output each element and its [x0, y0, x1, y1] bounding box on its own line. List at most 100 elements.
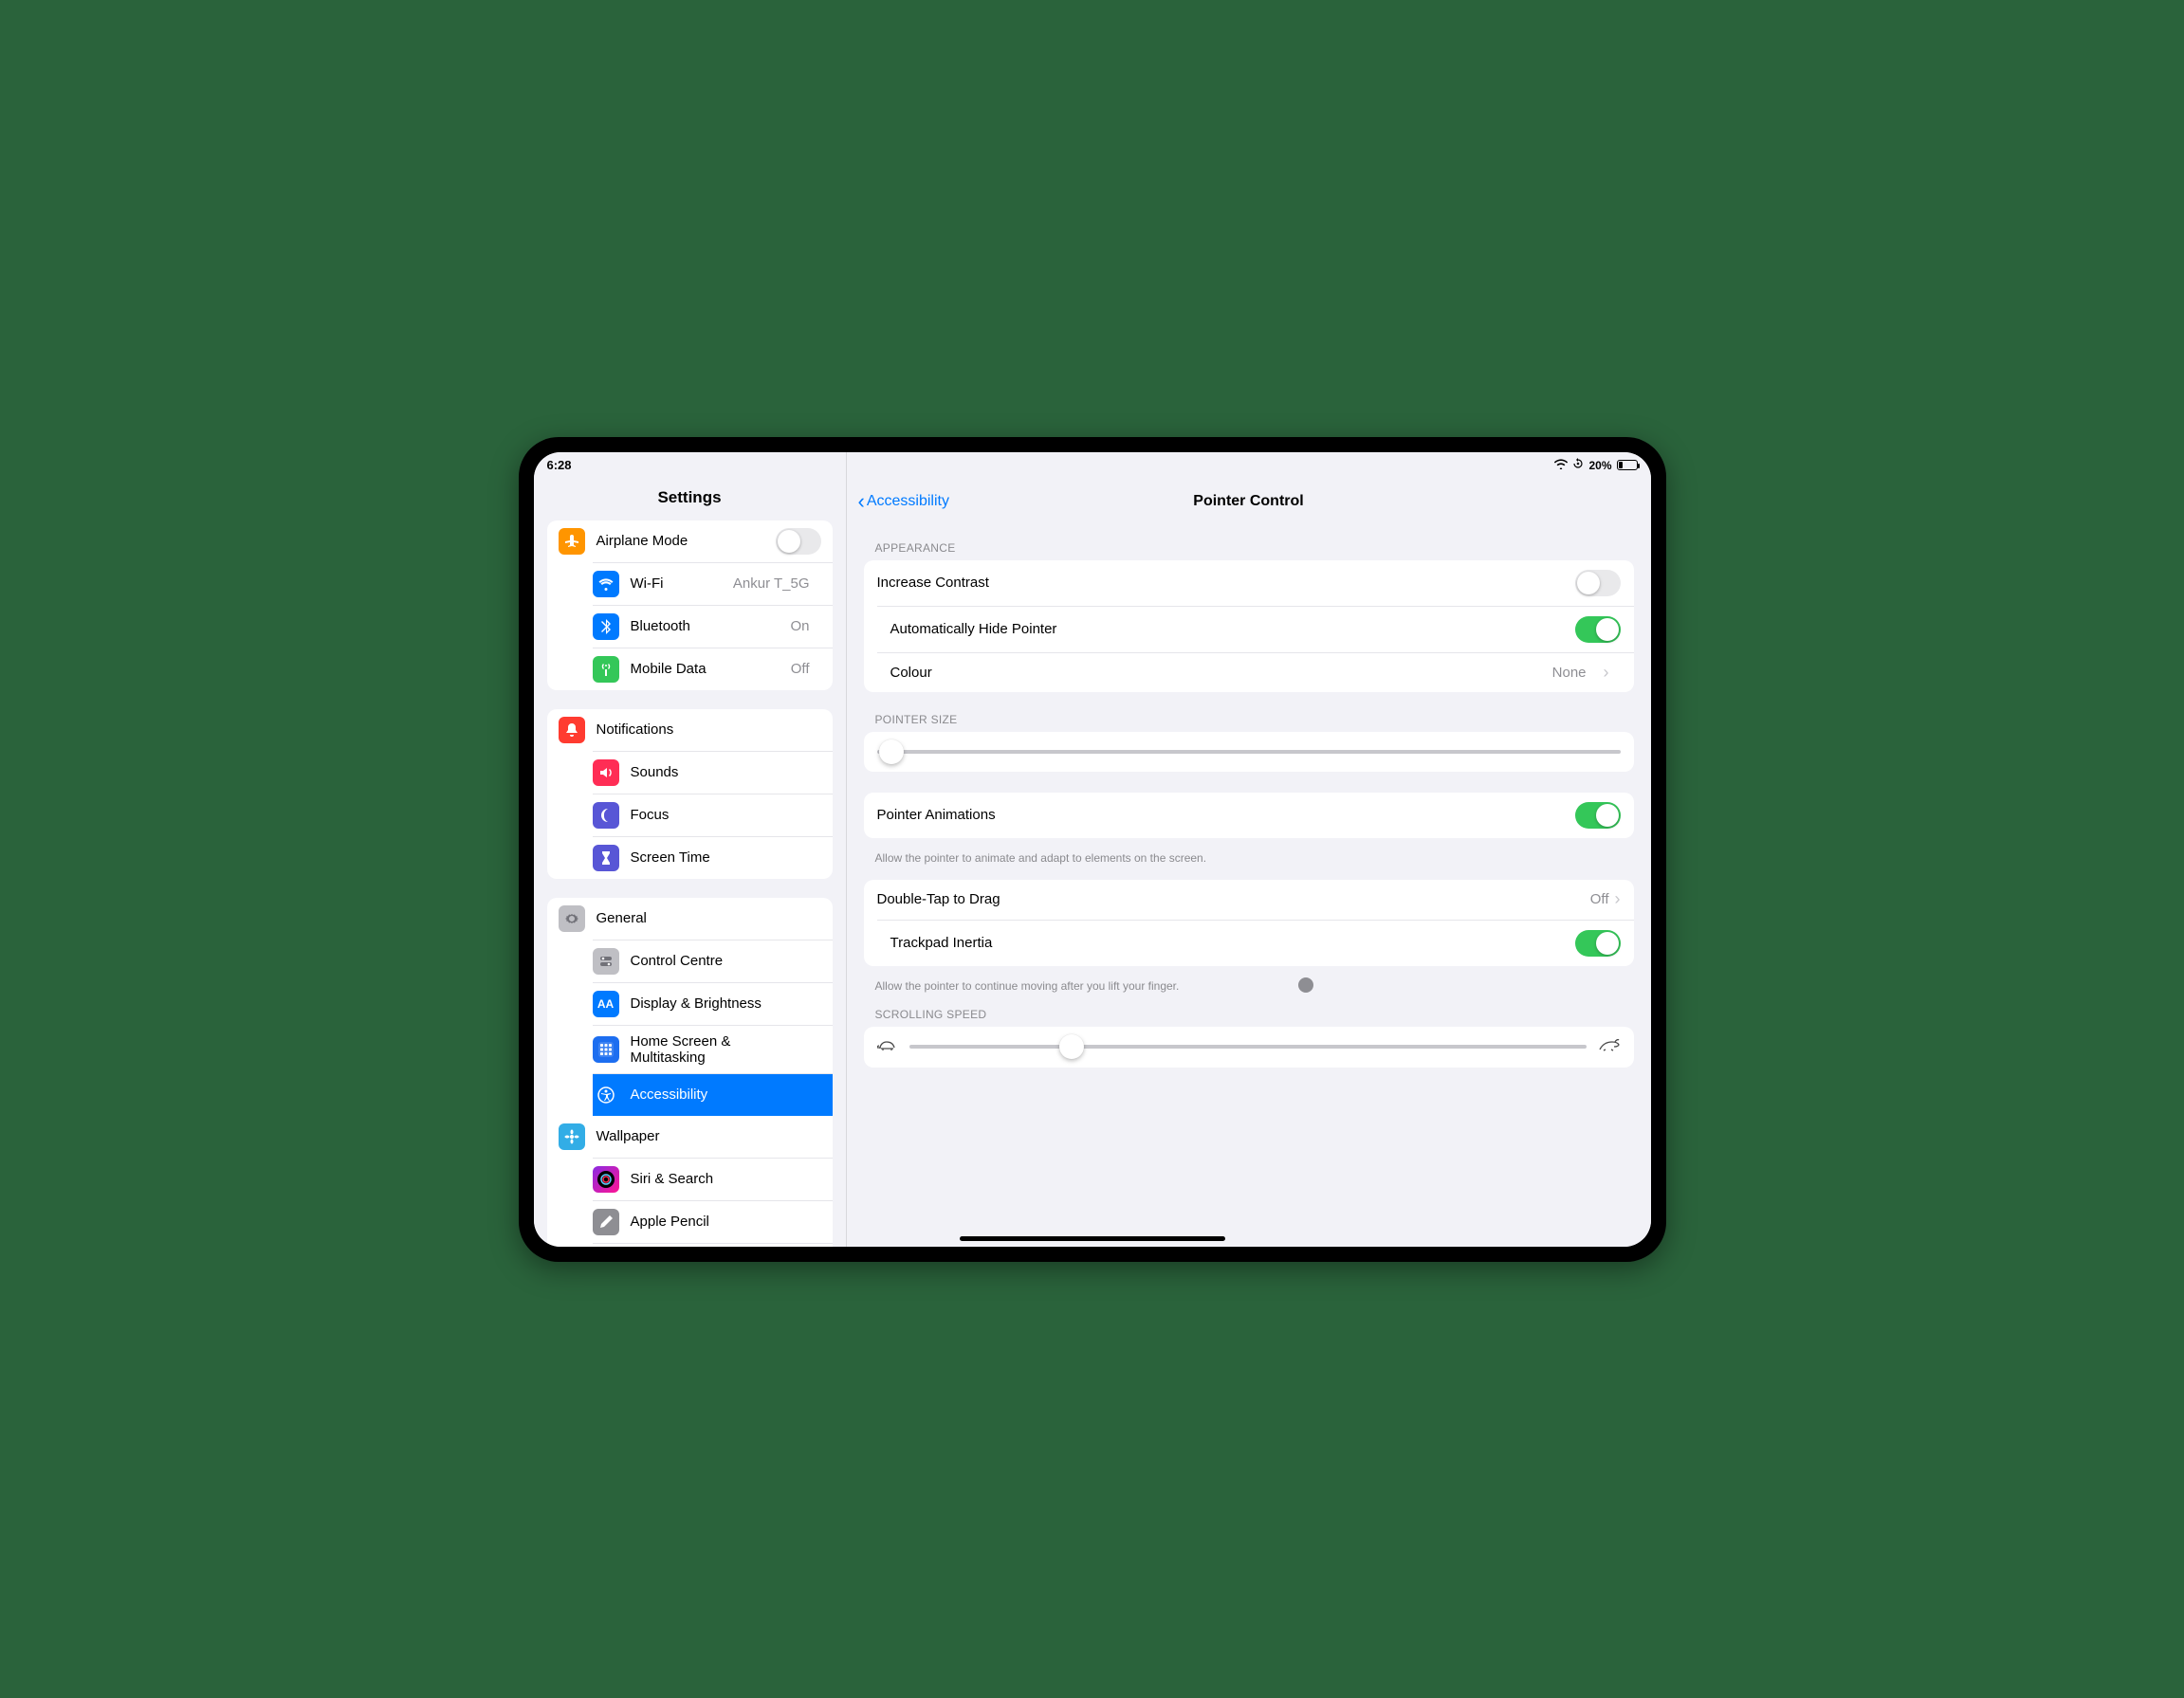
pointer-animations-switch[interactable]: [1575, 802, 1621, 829]
pencil-icon: [593, 1209, 619, 1235]
sidebar-item-label: Airplane Mode: [596, 533, 776, 549]
battery-percent: 20%: [1588, 459, 1611, 472]
double-tap-drag-row[interactable]: Double-Tap to Drag Off ›: [864, 880, 1634, 920]
wifi-icon: [593, 571, 619, 597]
sidebar-item-label: Screen Time: [631, 849, 810, 866]
sidebar-item-display[interactable]: AA Display & Brightness: [593, 982, 833, 1025]
pointer-animations-row[interactable]: Pointer Animations: [864, 793, 1634, 838]
pointer-size-slider[interactable]: [877, 750, 1621, 754]
home-indicator[interactable]: [960, 1236, 1225, 1241]
chevron-left-icon: ‹: [858, 491, 865, 512]
sidebar-group: Notifications Sounds Focus Screen Time: [547, 709, 833, 879]
increase-contrast-label: Increase Contrast: [877, 575, 1575, 591]
back-button[interactable]: ‹ Accessibility: [858, 481, 949, 522]
sidebar-item-label: Accessibility: [631, 1086, 810, 1103]
accessibility-icon: [593, 1082, 619, 1108]
sidebar-item-label: Control Centre: [631, 953, 810, 969]
sidebar-item-general[interactable]: General: [547, 898, 833, 940]
sidebar-item-value: Ankur T_5G: [733, 575, 810, 592]
increase-contrast-row[interactable]: Increase Contrast: [864, 560, 1634, 606]
increase-contrast-switch[interactable]: [1575, 570, 1621, 596]
sidebar-item-label: Wi-Fi: [631, 575, 722, 592]
sidebar-group: Airplane ModeWi-FiAnkur T_5GBluetoothOnM…: [547, 520, 833, 690]
back-label: Accessibility: [867, 493, 949, 510]
flower-icon: [559, 1123, 585, 1150]
text-size-icon: AA: [593, 991, 619, 1017]
bell-icon: [559, 717, 585, 743]
sidebar-item-sounds[interactable]: Sounds: [593, 751, 833, 794]
sidebar-item-apple-pencil[interactable]: Apple Pencil: [593, 1200, 833, 1243]
sidebar-item-label: Focus: [631, 807, 810, 823]
status-time: 6:28: [547, 458, 572, 472]
antenna-icon: [593, 656, 619, 683]
sidebar-item-accessibility[interactable]: Accessibility: [593, 1073, 833, 1116]
sidebar-item-mobile-data[interactable]: Mobile Data Off: [593, 648, 833, 690]
sidebar-item-siri[interactable]: Siri & Search: [593, 1158, 833, 1200]
status-bar: 6:28 20%: [534, 452, 1651, 475]
pointer-animations-label: Pointer Animations: [877, 807, 1575, 823]
auto-hide-label: Automatically Hide Pointer: [890, 621, 1564, 637]
trackpad-inertia-label: Trackpad Inertia: [890, 935, 1564, 951]
siri-icon: [593, 1166, 619, 1193]
scrolling-speed-header: SCROLLING SPEED: [847, 995, 1651, 1027]
double-tap-value: Off: [1590, 891, 1609, 907]
pointer-size-slider-row[interactable]: [864, 732, 1634, 772]
status-right: 20%: [1554, 458, 1637, 472]
sidebar-item-label: Notifications: [596, 721, 821, 738]
sidebar-item-label: Wallpaper: [596, 1128, 810, 1144]
pointer-size-header: POINTER SIZE: [847, 700, 1651, 732]
rotation-lock-icon: [1572, 458, 1584, 472]
scrolling-speed-group: [864, 1027, 1634, 1068]
sidebar-title: Settings: [534, 481, 846, 520]
chevron-right-icon: ›: [1604, 663, 1609, 683]
sidebar-item-notifications[interactable]: Notifications: [547, 709, 833, 751]
sidebar-item-home-screen[interactable]: Home Screen & Multitasking: [593, 1025, 833, 1073]
sidebar-group: General Control Centre AA Display & Brightn…: [547, 898, 833, 1247]
sidebar-item-value: On: [790, 618, 809, 634]
sidebar-item-bluetooth[interactable]: BluetoothOn: [593, 605, 833, 648]
trackpad-inertia-footer: Allow the pointer to continue moving aft…: [847, 974, 1651, 995]
appearance-group: Increase Contrast Automatically Hide Poi…: [864, 560, 1634, 692]
sidebar-item-label: Display & Brightness: [631, 995, 810, 1012]
sidebar-item-value: Off: [791, 661, 810, 677]
sidebar-item-screen-time[interactable]: Screen Time: [593, 836, 833, 879]
battery-icon: [1617, 460, 1638, 470]
speaker-icon: [593, 759, 619, 786]
hare-icon: [1598, 1038, 1621, 1056]
sidebar-item-label: General: [596, 910, 821, 926]
auto-hide-pointer-row[interactable]: Automatically Hide Pointer: [877, 606, 1634, 652]
sidebar-item-wallpaper[interactable]: Wallpaper: [547, 1116, 833, 1158]
pointer-animations-group: Pointer Animations: [864, 793, 1634, 838]
airplane-switch[interactable]: [776, 528, 821, 555]
detail-title: Pointer Control: [1193, 493, 1303, 510]
switches-icon: [593, 948, 619, 975]
sidebar-item-control-centre[interactable]: Control Centre: [593, 940, 833, 982]
bluetooth-icon: [593, 613, 619, 640]
colour-value: None: [1552, 665, 1587, 681]
scrolling-speed-slider[interactable]: [909, 1045, 1587, 1049]
chevron-right-icon: ›: [1615, 889, 1621, 909]
slider-thumb[interactable]: [1059, 1034, 1084, 1059]
pointer-size-group: [864, 732, 1634, 772]
moon-icon: [593, 802, 619, 829]
sidebar-item-airplane[interactable]: Airplane Mode: [547, 520, 833, 562]
pointer-animations-footer: Allow the pointer to animate and adapt t…: [847, 846, 1651, 867]
detail-header: ‹ Accessibility Pointer Control: [847, 481, 1651, 522]
sidebar-item-wifi[interactable]: Wi-Fi Ankur T_5G: [593, 562, 833, 605]
hourglass-icon: [593, 845, 619, 871]
sidebar-item-face-id[interactable]: Face ID & Passcode: [593, 1243, 833, 1247]
scrolling-speed-slider-row[interactable]: [864, 1027, 1634, 1068]
sidebar-item-focus[interactable]: Focus: [593, 794, 833, 836]
airplane-icon: [559, 528, 585, 555]
trackpad-inertia-row[interactable]: Trackpad Inertia: [877, 920, 1634, 966]
trackpad-inertia-switch[interactable]: [1575, 930, 1621, 957]
sidebar-item-label: Home Screen & Multitasking: [631, 1033, 810, 1066]
auto-hide-switch[interactable]: [1575, 616, 1621, 643]
wifi-status-icon: [1554, 459, 1568, 472]
sidebar-item-label: Siri & Search: [631, 1171, 810, 1187]
colour-row[interactable]: Colour None ›: [877, 652, 1634, 692]
colour-label: Colour: [890, 665, 1541, 681]
slider-thumb[interactable]: [879, 739, 904, 764]
sidebar-item-label: Mobile Data: [631, 661, 780, 677]
tortoise-icon: [877, 1038, 898, 1056]
